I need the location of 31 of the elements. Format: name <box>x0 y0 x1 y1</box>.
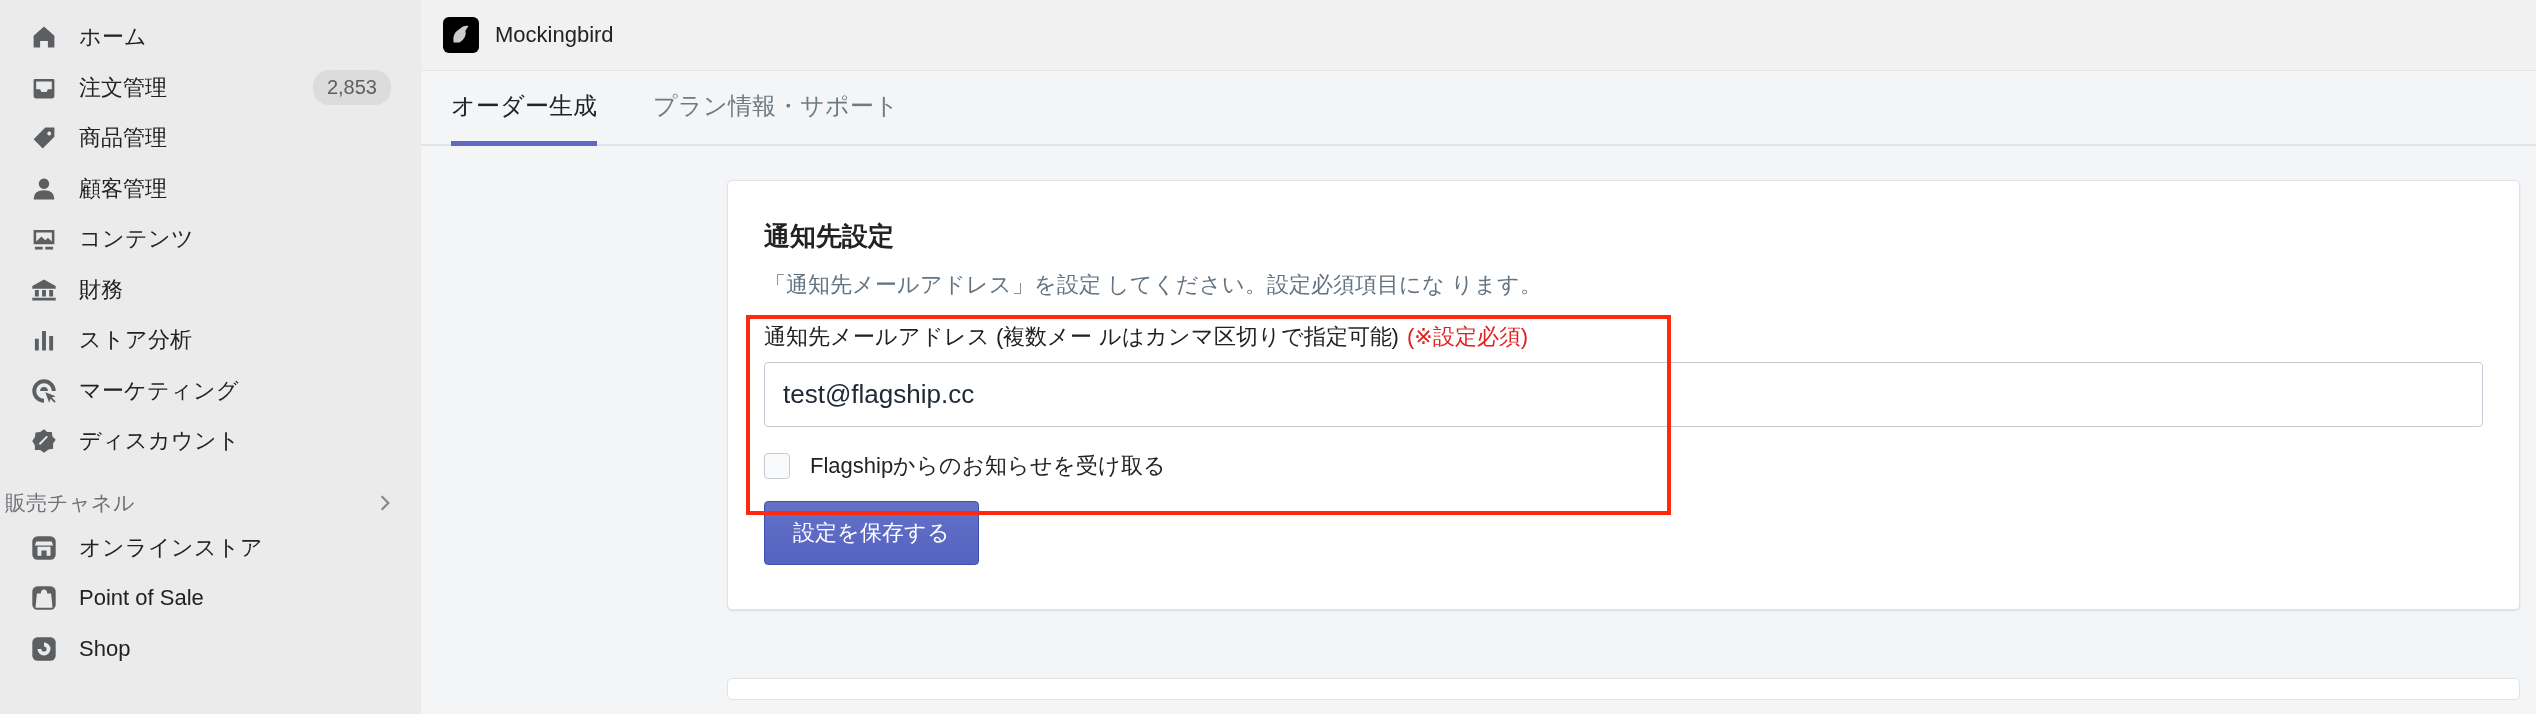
email-input-field[interactable]: test@flagship.cc <box>764 362 2483 427</box>
description-text: 「通知先メールアドレス」を設定 してください。設定必須項目にな ります。 <box>764 271 1543 299</box>
target-icon <box>31 377 57 404</box>
sidebar-item[interactable]: 顧客管理 <box>0 163 421 214</box>
tab[interactable]: プラン情報・サポート <box>653 71 899 146</box>
tab[interactable]: オーダー生成 <box>451 71 597 146</box>
checkbox-label: Flagshipからのお知らせを受け取る <box>810 452 1167 480</box>
app-name: Mockingbird <box>495 22 614 48</box>
card-title: 通知先設定 <box>764 220 894 253</box>
bag-icon <box>31 585 57 612</box>
sidebar-item[interactable]: 財務 <box>0 264 421 315</box>
sidebar-item[interactable]: コンテンツ <box>0 214 421 265</box>
store-icon <box>31 534 57 561</box>
sidebar-item[interactable]: ディスカウント <box>0 416 421 467</box>
count-badge: 2,853 <box>312 70 391 106</box>
sidebar-item[interactable]: オンラインストア <box>0 522 421 573</box>
sidebar-item[interactable]: ホーム <box>0 12 421 63</box>
sidebar-item[interactable]: 商品管理 <box>0 113 421 164</box>
bird-logo-icon <box>443 17 479 53</box>
sidebar-item[interactable]: Shop <box>0 623 421 674</box>
sidebar-item[interactable]: Point of Sale <box>0 573 421 624</box>
chevron-right-icon[interactable] <box>379 493 391 512</box>
save-button[interactable]: 設定を保存する <box>764 501 979 565</box>
required-note: (※設定必須) <box>1406 323 1528 351</box>
section-title: 販売チャネル <box>5 489 135 516</box>
badge-icon <box>31 428 57 455</box>
field-label: 通知先メールアドレス (複数メー ルはカンマ区切りで指定可能) <box>764 323 1399 351</box>
sidebar-item[interactable]: 注文管理 2,853 <box>0 62 421 113</box>
sidebar-item[interactable]: ストア分析 <box>0 315 421 366</box>
sidebar-item[interactable]: マーケティング <box>0 365 421 416</box>
checkbox[interactable] <box>764 453 790 479</box>
